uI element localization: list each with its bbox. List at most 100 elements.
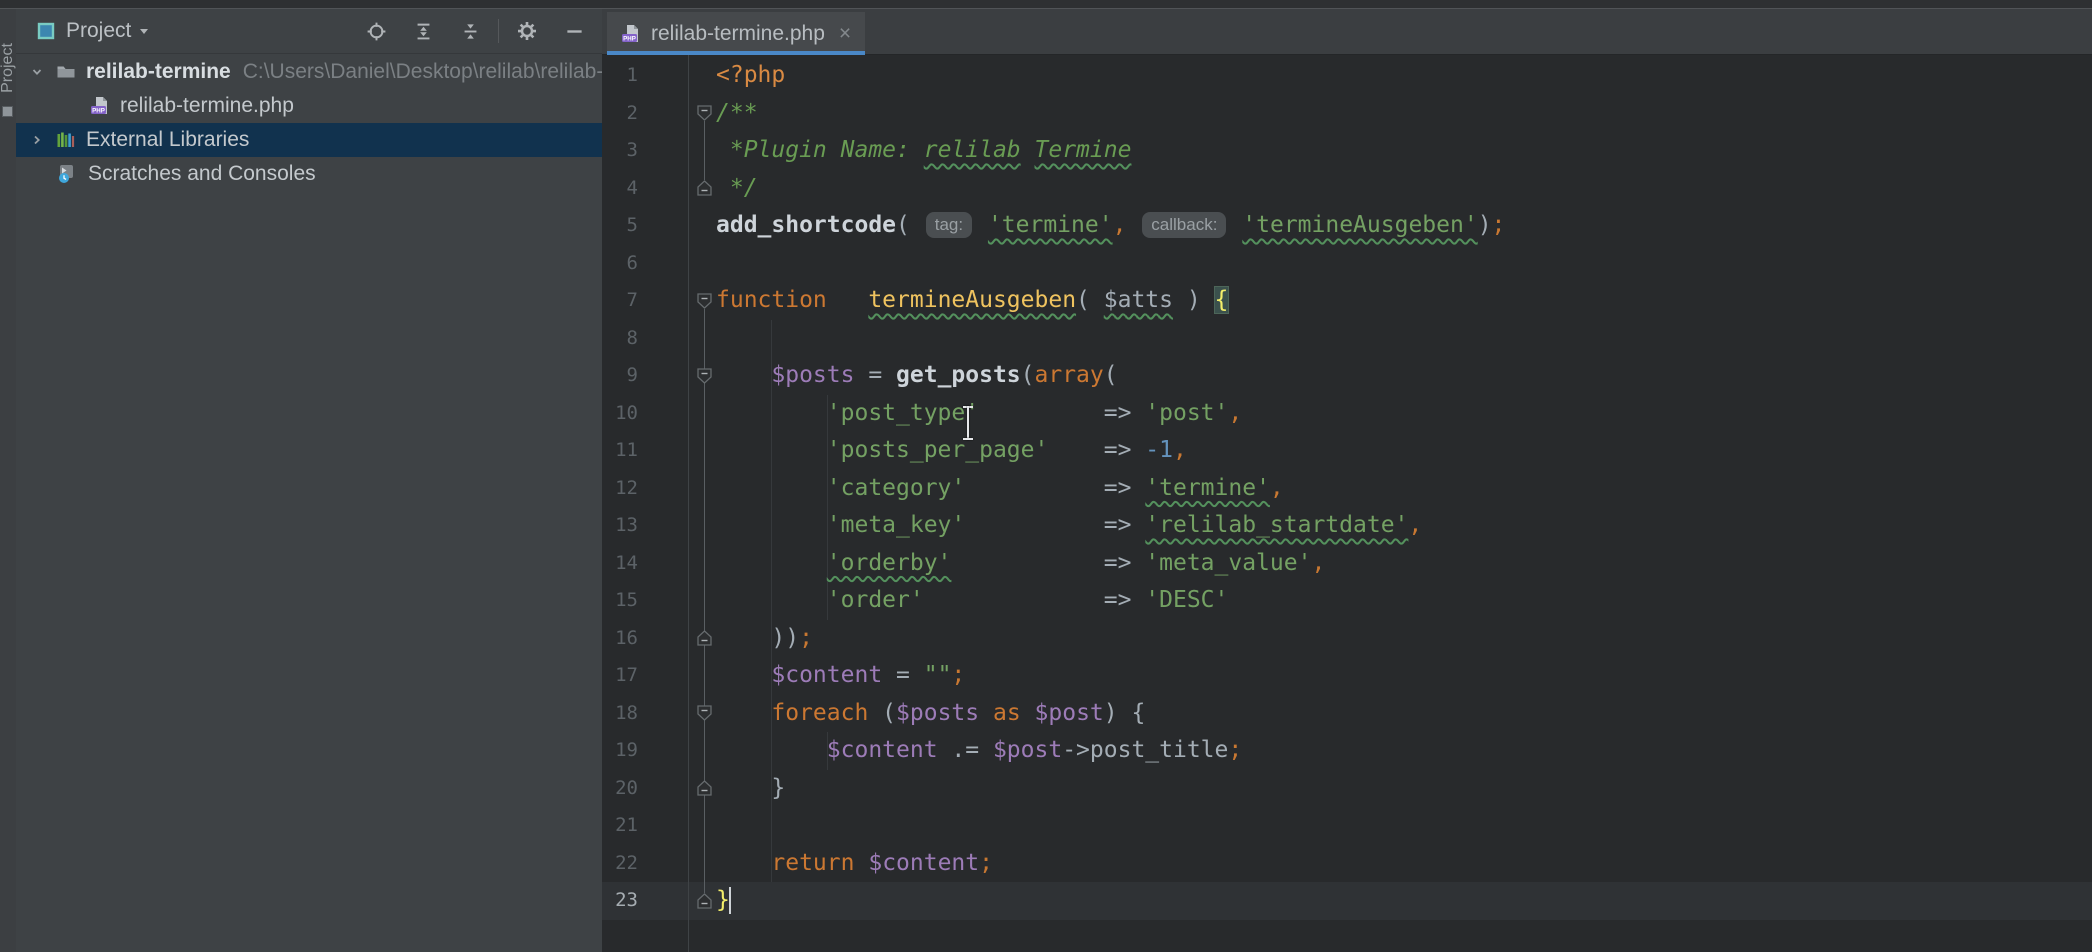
code-line[interactable]: } [716,882,730,920]
code-token: $atts [1104,287,1173,313]
tab-relilab-termine-php[interactable]: PHP relilab-termine.php × [607,12,865,55]
code-line[interactable]: $content .= $post->post_title; [716,732,1242,770]
tree-label-php-file[interactable]: relilab-termine.php [120,94,294,118]
code-token [716,850,771,876]
fold-marker-close[interactable] [697,893,712,909]
code-line[interactable]: 'category' => 'termine', [716,470,1284,508]
line-number[interactable]: 4 [602,170,638,208]
stripe-project-label[interactable]: Project [0,30,17,106]
stripe-tool-icon[interactable] [2,106,13,117]
line-number[interactable]: 10 [602,395,638,433]
code-token [1126,212,1140,238]
mouse-cursor-ibeam [962,406,974,440]
code-line[interactable]: 'posts_per_page' => -1, [716,432,1187,470]
chevron-down-icon[interactable] [137,24,151,38]
line-number[interactable]: 5 [602,207,638,245]
gutter-separator [688,55,689,952]
tree-row-project-root[interactable]: relilab-termine C:\Users\Daniel\Desktop\… [16,55,602,89]
tool-window-stripe[interactable]: Project [0,9,17,952]
code-line[interactable]: /** [716,95,758,133]
code-token: .= [938,737,993,763]
line-number[interactable]: 8 [602,320,638,358]
line-number[interactable]: 17 [602,657,638,695]
code-token [716,437,827,463]
code-token: => [1104,587,1146,613]
line-number[interactable]: 1 [602,57,638,95]
code-line[interactable]: } [716,770,785,808]
chevron-down-icon[interactable] [28,63,46,81]
tree-label-scratches[interactable]: Scratches and Consoles [88,162,316,186]
settings-gear-icon[interactable] [517,21,537,41]
fold-marker-open[interactable] [697,368,712,384]
code-line[interactable]: add_shortcode( tag: 'termine', callback:… [716,207,1505,245]
close-icon[interactable]: × [839,23,851,44]
code-line[interactable]: */ [716,170,758,208]
code-line[interactable]: function termineAusgeben( $atts ) { [716,282,1228,320]
line-number[interactable]: 23 [602,882,638,920]
code-token [1048,437,1103,463]
fold-marker-open[interactable] [697,293,712,309]
line-number[interactable]: 21 [602,807,638,845]
tree-label-folder[interactable]: relilab-termine [86,60,231,84]
line-number[interactable]: 15 [602,582,638,620]
line-number[interactable]: 16 [602,620,638,658]
code-token [854,850,868,876]
code-line[interactable]: 'orderby' => 'meta_value', [716,545,1325,583]
line-number[interactable]: 12 [602,470,638,508]
expand-all-button[interactable] [413,21,433,41]
chevron-right-icon[interactable] [28,131,46,149]
tab-label[interactable]: relilab-termine.php [651,22,825,46]
svg-text:PHP: PHP [623,35,636,42]
line-number[interactable]: 6 [602,245,638,283]
code-line[interactable]: *Plugin Name: relilab Termine [716,132,1131,170]
code-line[interactable]: )); [716,620,813,658]
code-token: Termine [1035,137,1132,163]
code-editor[interactable]: 1234567891011121314151617181920212223 <?… [602,55,2092,952]
line-number[interactable]: 22 [602,845,638,883]
fold-marker-close[interactable] [697,630,712,646]
code-line[interactable]: $content = ""; [716,657,965,695]
collapse-all-button[interactable] [460,21,480,41]
code-line[interactable]: <?php [716,57,785,95]
line-number[interactable]: 11 [602,432,638,470]
code-token [716,550,827,576]
code-token: ; [951,662,965,688]
line-number[interactable]: 2 [602,95,638,133]
line-number[interactable]: 19 [602,732,638,770]
code-line[interactable]: 'post_type' => 'post', [716,395,1242,433]
tree-row-scratches[interactable]: Scratches and Consoles [16,157,602,191]
code-token [716,587,827,613]
code-token: post_title [1090,737,1228,763]
line-number[interactable]: 20 [602,770,638,808]
tree-row-php-file[interactable]: PHP relilab-termine.php [16,89,602,123]
code-token: termineAusgeben [868,287,1076,313]
line-number[interactable]: 13 [602,507,638,545]
tree-row-external-libraries[interactable]: External Libraries [16,123,602,157]
parameter-hint: tag: [926,212,972,238]
code-line[interactable]: foreach ($posts as $post) { [716,695,1145,733]
fold-marker-open[interactable] [697,705,712,721]
code-token: )) [771,625,799,651]
line-number[interactable]: 9 [602,357,638,395]
code-line[interactable]: return $content; [716,845,993,883]
hide-panel-button[interactable] [564,21,584,41]
tree-label-external-libraries[interactable]: External Libraries [86,128,249,152]
project-panel: Project [16,9,602,952]
code-token: *Plugin Name: [716,137,924,163]
code-line[interactable]: 'meta_key' => 'relilab_startdate', [716,507,1422,545]
tree-indent-spacer [28,165,46,183]
code-token: 'post' [1145,400,1228,426]
line-number[interactable]: 14 [602,545,638,583]
line-number[interactable]: 18 [602,695,638,733]
code-token [716,700,771,726]
line-number[interactable]: 7 [602,282,638,320]
project-panel-title[interactable]: Project [66,19,131,43]
fold-marker-open[interactable] [697,105,712,121]
line-number[interactable]: 3 [602,132,638,170]
locate-file-button[interactable] [366,21,386,41]
fold-marker-close[interactable] [697,180,712,196]
code-line[interactable]: 'order' => 'DESC' [716,582,1228,620]
fold-marker-close[interactable] [697,780,712,796]
code-line[interactable]: $posts = get_posts(array( [716,357,1118,395]
code-token: 'meta_key' [827,512,965,538]
